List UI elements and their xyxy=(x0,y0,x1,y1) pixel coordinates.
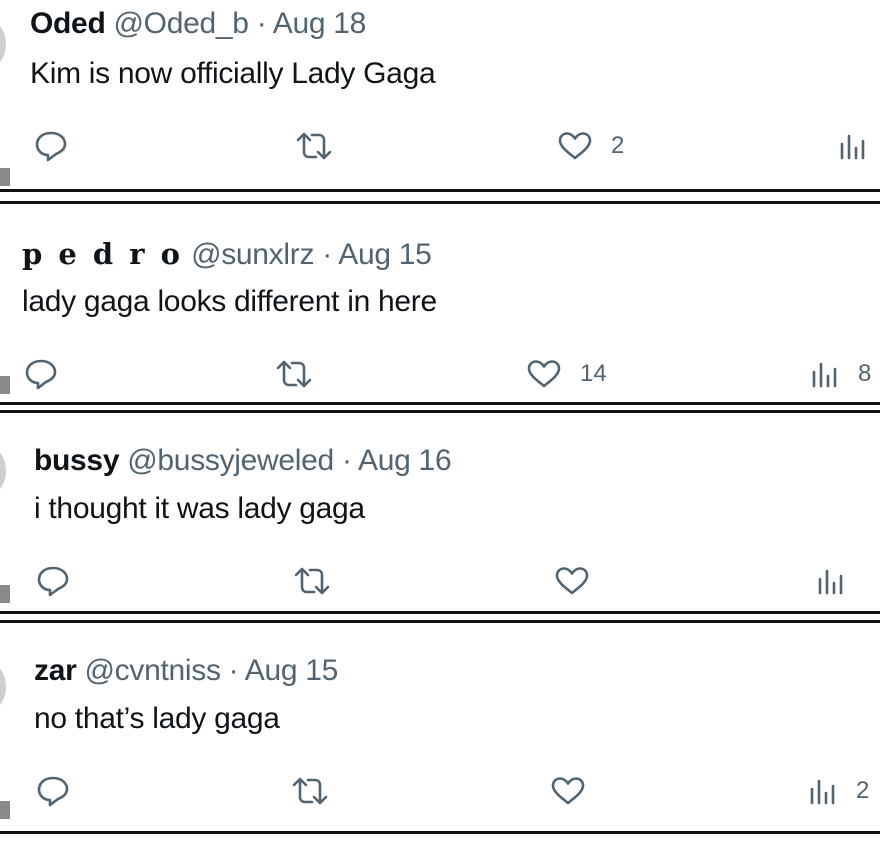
tweet-header: bussy @bussyjeweled · Aug 16 xyxy=(34,443,452,479)
views-icon xyxy=(810,358,840,390)
tweet-date[interactable]: Aug 16 xyxy=(358,444,452,477)
author-handle[interactable]: @Oded_b xyxy=(114,7,249,40)
reply-button[interactable] xyxy=(36,561,70,601)
like-count: 14 xyxy=(580,360,607,387)
tweet-actions: 14 8 xyxy=(0,354,880,394)
author-name[interactable]: p e d r o xyxy=(22,237,183,271)
divider xyxy=(0,402,880,405)
views-icon xyxy=(838,130,868,162)
reply-icon xyxy=(36,775,70,807)
avatar[interactable] xyxy=(0,22,6,66)
tweet-header: Oded @Oded_b · Aug 18 xyxy=(30,6,366,42)
tweet-header: p e d r o @sunxlrz · Aug 15 xyxy=(22,236,432,273)
tweet-date[interactable]: Aug 15 xyxy=(245,654,339,687)
retweet-button[interactable] xyxy=(274,354,314,394)
author-name[interactable]: Oded xyxy=(30,7,106,40)
retweet-button[interactable] xyxy=(292,561,332,601)
views-button[interactable]: 8 xyxy=(810,354,871,394)
reply-icon xyxy=(36,565,70,597)
reply-button[interactable] xyxy=(24,354,58,394)
divider xyxy=(0,189,880,192)
tweet-actions: 2 xyxy=(0,126,880,166)
like-button[interactable]: 2 xyxy=(557,126,624,166)
avatar[interactable] xyxy=(0,665,6,709)
tweet-text: Kim is now officially Lady Gaga xyxy=(30,57,436,90)
author-name[interactable]: zar xyxy=(34,654,77,687)
corner-mark xyxy=(0,801,10,819)
author-handle[interactable]: @cvntniss xyxy=(85,654,221,687)
corner-mark xyxy=(0,585,10,603)
views-count: 2 xyxy=(856,777,870,804)
author-name[interactable]: bussy xyxy=(34,444,120,477)
views-button[interactable] xyxy=(838,126,880,166)
like-button[interactable]: 14 xyxy=(526,354,607,394)
dot-separator: · xyxy=(333,444,359,477)
retweet-icon xyxy=(274,358,314,390)
tweet-3: bussy @bussyjeweled · Aug 16 i thought i… xyxy=(0,413,880,611)
tweet-header: zar @cvntniss · Aug 15 xyxy=(34,653,338,689)
retweet-button[interactable] xyxy=(294,126,334,166)
dot-separator: · xyxy=(248,7,273,40)
heart-icon xyxy=(526,358,562,390)
tweet-actions: 2 xyxy=(0,771,880,811)
tweet-date[interactable]: Aug 15 xyxy=(338,238,432,271)
reply-icon xyxy=(24,358,58,390)
tweet-4: zar @cvntniss · Aug 15 no that’s lady ga… xyxy=(0,623,880,831)
retweet-button[interactable] xyxy=(290,771,330,811)
reply-button[interactable] xyxy=(34,126,68,166)
tweet-text: no that’s lady gaga xyxy=(34,702,280,735)
heart-icon xyxy=(550,775,586,807)
heart-icon xyxy=(554,565,590,597)
divider xyxy=(0,611,880,614)
retweet-icon xyxy=(294,130,334,162)
tweet-text: i thought it was lady gaga xyxy=(34,492,365,525)
corner-mark xyxy=(0,168,10,186)
retweet-icon xyxy=(290,775,330,807)
views-count: 8 xyxy=(858,360,872,387)
author-handle[interactable]: @sunxlrz xyxy=(191,238,314,271)
avatar[interactable] xyxy=(0,449,6,493)
tweet-actions xyxy=(0,561,880,601)
like-button[interactable] xyxy=(550,771,604,811)
views-button[interactable]: 2 xyxy=(808,771,869,811)
retweet-icon xyxy=(292,565,332,597)
like-count: 2 xyxy=(611,132,625,159)
author-handle[interactable]: @bussyjeweled xyxy=(127,444,334,477)
reply-button[interactable] xyxy=(36,771,70,811)
tweet-1: Oded @Oded_b · Aug 18 Kim is now officia… xyxy=(0,0,880,190)
divider xyxy=(0,831,880,834)
heart-icon xyxy=(557,130,593,162)
views-icon xyxy=(816,565,846,597)
corner-mark xyxy=(0,376,10,394)
tweet-text: lady gaga looks different in here xyxy=(22,285,437,318)
reply-icon xyxy=(34,130,68,162)
dot-separator: · xyxy=(220,654,245,687)
tweet-2: p e d r o @sunxlrz · Aug 15 lady gaga lo… xyxy=(0,204,880,402)
views-button[interactable] xyxy=(816,561,864,601)
views-icon xyxy=(808,775,838,807)
dot-separator: · xyxy=(314,238,339,271)
like-button[interactable] xyxy=(554,561,608,601)
tweet-date[interactable]: Aug 18 xyxy=(273,7,367,40)
